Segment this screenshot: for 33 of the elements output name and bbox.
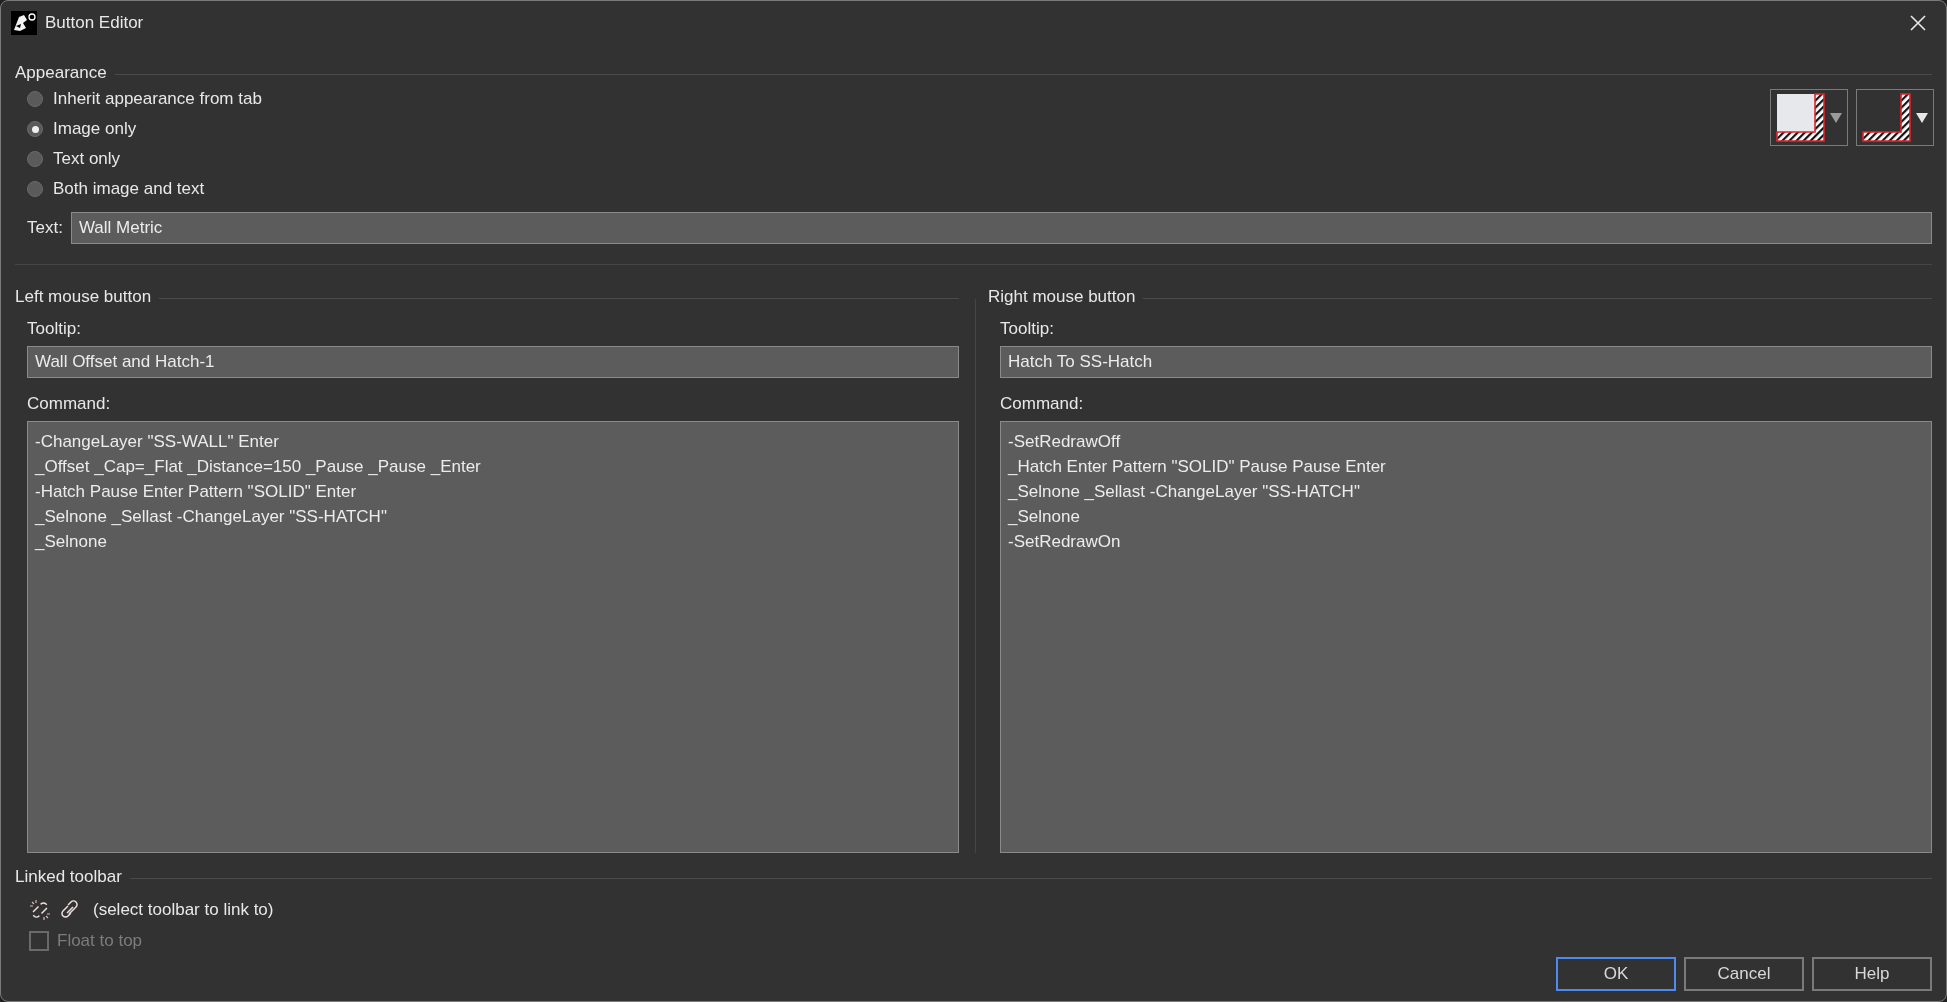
radio-option[interactable]: Text only	[27, 149, 262, 169]
field-label: Command:	[1000, 394, 1085, 414]
linked-toolbar-text: (select toolbar to link to)	[93, 900, 274, 920]
text-field[interactable]: Wall Metric	[70, 212, 1932, 244]
field-label: Tooltip:	[27, 319, 82, 339]
caret-icon	[1830, 112, 1842, 123]
radio-option[interactable]: Image only	[27, 119, 262, 139]
broken-link-icon[interactable]	[29, 899, 51, 921]
dialog-button[interactable]: OK	[1556, 957, 1676, 991]
tooltip-field[interactable]: Wall Offset and Hatch-1	[27, 346, 959, 378]
group-heading: Left mouse button	[15, 287, 152, 307]
image-picker-button[interactable]	[1856, 89, 1934, 146]
caret-icon	[1916, 112, 1928, 123]
window-title: Button Editor	[45, 13, 145, 33]
field-label: Text:	[27, 218, 63, 238]
radio-option[interactable]: Both image and text	[27, 179, 262, 199]
link-icon[interactable]	[59, 899, 81, 921]
dialog-button[interactable]: Cancel	[1684, 957, 1804, 991]
hatched-corner-icon	[1860, 91, 1913, 144]
group-heading: Appearance	[15, 63, 107, 83]
close-icon	[1910, 15, 1926, 31]
hatched-corner-icon	[1774, 91, 1827, 144]
radio-option[interactable]: Inherit appearance from tab	[27, 89, 262, 109]
dialog-button[interactable]: Help	[1812, 957, 1932, 991]
group-heading: Right mouse button	[988, 287, 1136, 307]
tooltip-field[interactable]: Hatch To SS-Hatch	[1000, 346, 1932, 378]
command-field[interactable]: -ChangeLayer "SS-WALL" Enter _Offset _Cap=_Flat _Distance=150 _Pause _Pause _Enter -Hatch Pause Enter Pattern "SOLID" Enter _Selnone _Sellast -ChangeLayer "SS-HATCH" _Selnone	[27, 421, 959, 853]
group-heading: Linked toolbar	[15, 867, 122, 887]
image-picker-button[interactable]	[1770, 89, 1848, 146]
command-field[interactable]: -SetRedrawOff _Hatch Enter Pattern "SOLID" Pause Pause Enter _Selnone _Sellast -ChangeLayer "SS-HATCH" _Selnone -SetRedrawOn	[1000, 421, 1932, 853]
field-label: Tooltip:	[1000, 319, 1055, 339]
field-label: Command:	[27, 394, 112, 414]
app-icon	[11, 11, 37, 35]
